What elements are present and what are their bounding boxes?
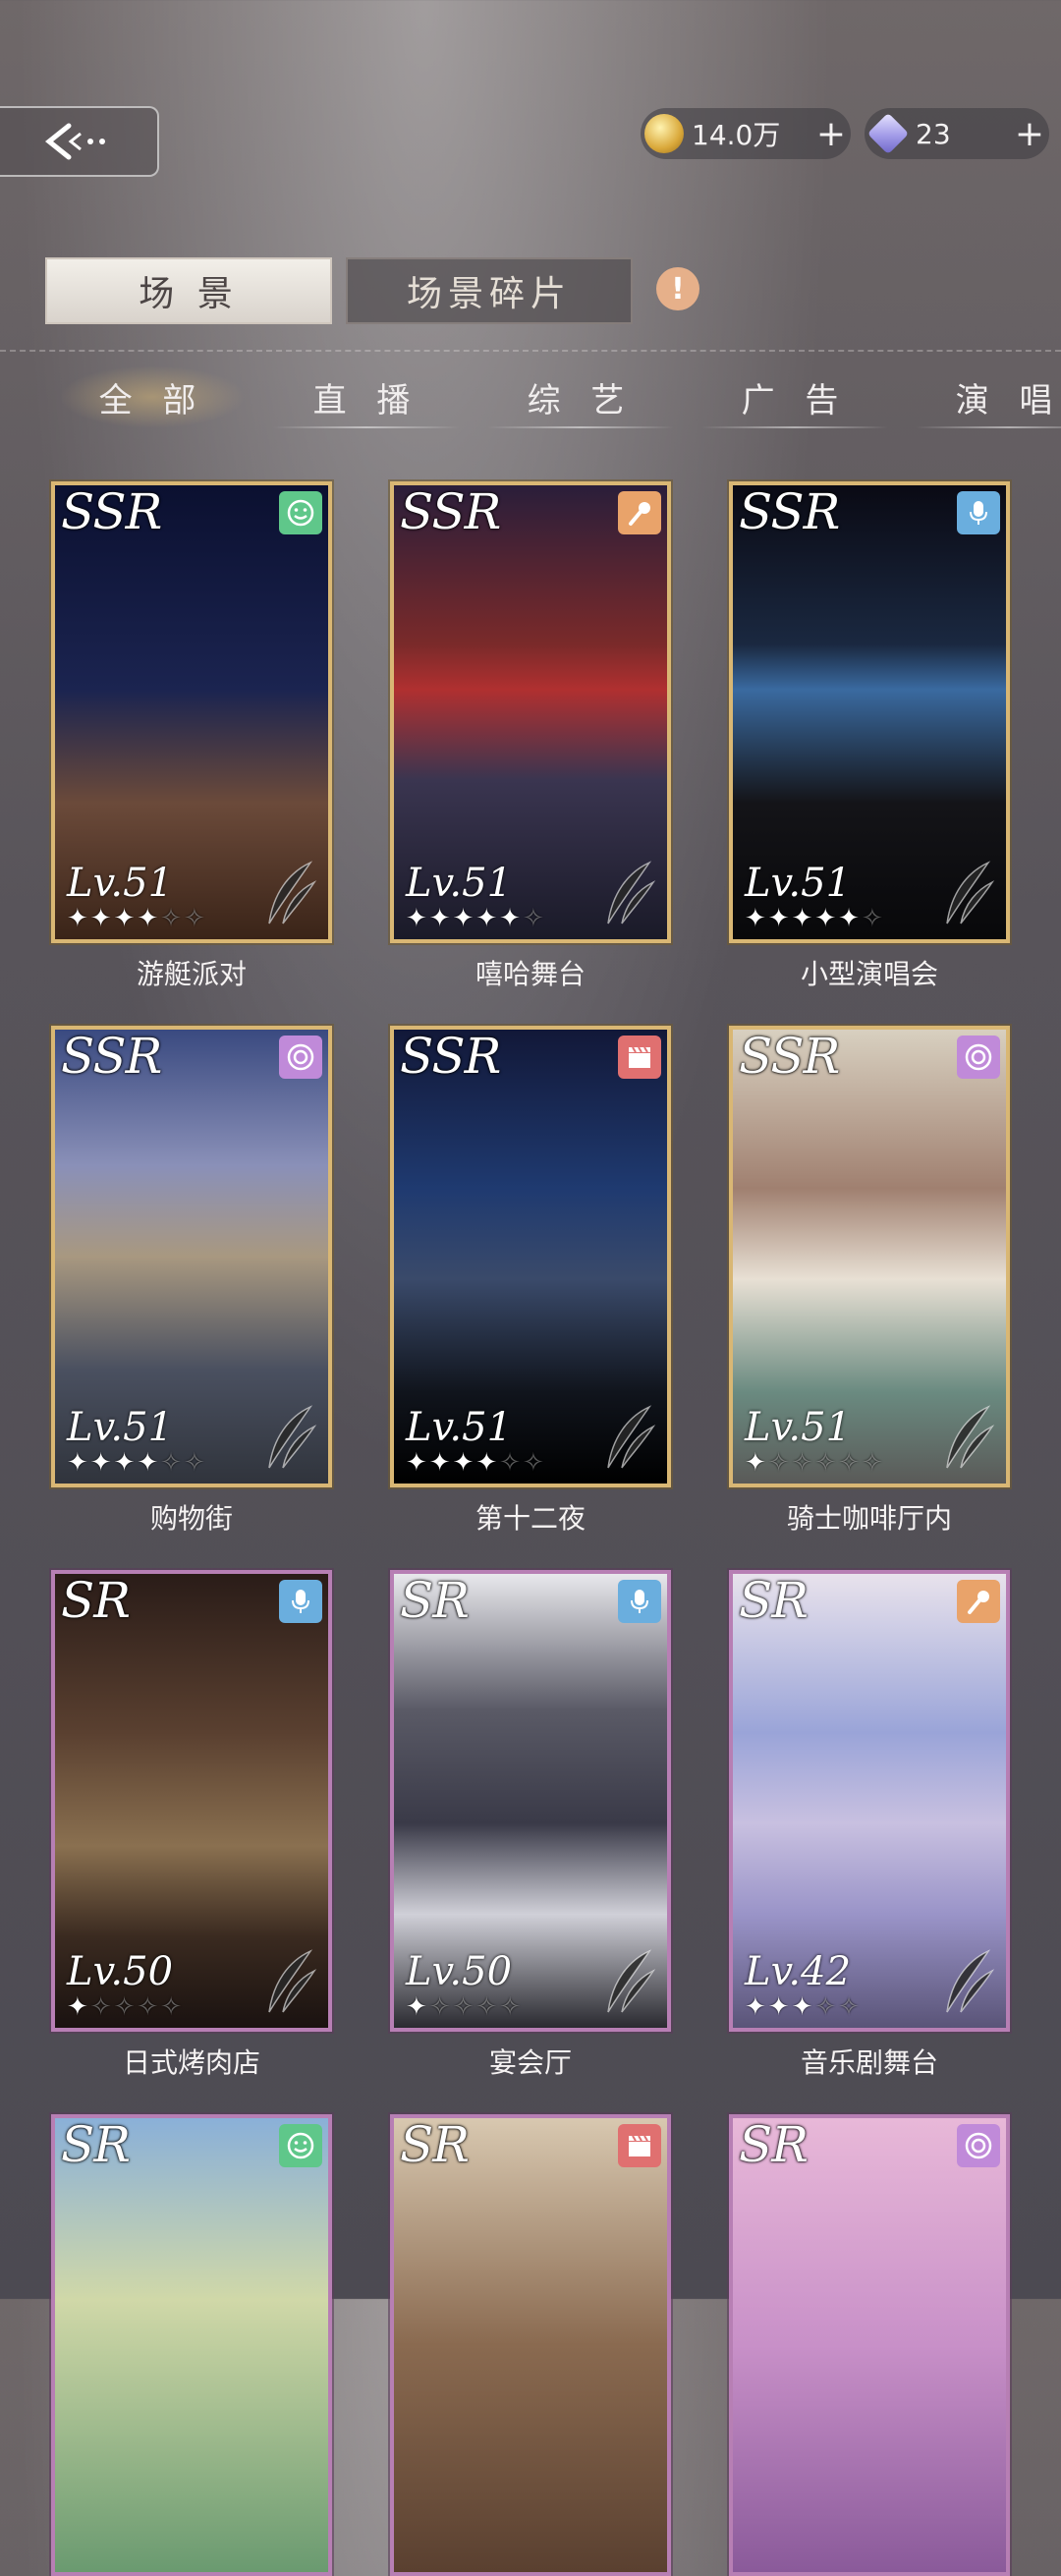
clapperboard-icon [618,1036,661,1079]
tab-scene[interactable]: 场 景 [45,257,332,324]
scene-name: 小型演唱会 [800,958,938,990]
scene-card[interactable]: SSR Lv.51 ✦✦✦✦✦✧ [390,481,671,943]
feather-emblem-icon [259,859,318,927]
back-arrow-icon [44,123,105,160]
scene-artwork [55,2118,328,2572]
level-label: Lv.50 [406,1949,513,1994]
star-rating: ✦✦✦✦✦✧ [745,904,885,933]
studio-mic-icon [279,1580,322,1623]
rarity-badge: SR [61,2116,131,2173]
gem-amount: 23 [916,117,951,150]
scene-name: 日式烤肉店 [122,2046,260,2079]
rarity-badge: SR [739,1572,809,1629]
scene-card[interactable]: SSR Lv.51 ✦✧✧✧✧✧ [729,1026,1010,1487]
microphone-icon [618,491,661,534]
diamond-icon [866,112,910,155]
gem-counter: 23 + [865,108,1049,159]
filter-tab-concert[interactable]: 演 唱 [916,365,1061,428]
star-rating: ✦✧✧✧✧ [406,1992,523,2022]
feather-emblem-icon [598,1947,657,2016]
rarity-badge: SSR [400,483,501,540]
level-label: Lv.51 [67,1405,174,1450]
level-label: Lv.51 [406,1405,513,1450]
filter-tab-live[interactable]: 直 播 [273,365,460,428]
feather-emblem-icon [937,859,996,927]
coin-amount: 14.0万 [692,119,781,151]
rarity-badge: SSR [61,483,162,540]
star-rating: ✦✦✦✦✧✧ [67,904,207,933]
feather-emblem-icon [598,1403,657,1472]
microphone-icon [957,1580,1000,1623]
scene-card[interactable]: SR [390,2114,671,2576]
scene-artwork [733,2118,1006,2572]
level-label: Lv.51 [745,1405,852,1450]
scene-card[interactable]: SSR Lv.51 ✦✦✦✦✧✧ [390,1026,671,1487]
studio-mic-icon [957,491,1000,534]
star-rating: ✦✧✧✧✧✧ [745,1448,885,1478]
camera-lens-icon [279,1036,322,1079]
coin-counter: 14.0万 + [641,108,851,159]
scene-card[interactable]: SR [729,2114,1010,2576]
camera-lens-icon [957,2124,1000,2167]
scene-name: 宴会厅 [488,2046,572,2079]
info-alert-icon[interactable]: ! [656,267,699,310]
scene-card[interactable]: SR [51,2114,332,2576]
smile-icon [279,491,322,534]
scene-name: 骑士咖啡厅内 [786,1502,952,1535]
star-rating: ✦✦✦✦✦✧ [406,904,546,933]
scene-card[interactable]: SR Lv.42 ✦✦✦✧✧ [729,1570,1010,2032]
rarity-badge: SSR [739,1028,840,1085]
filter-tab-ad[interactable]: 广 告 [701,365,888,428]
scene-name: 购物街 [149,1502,233,1535]
rarity-badge: SSR [739,483,840,540]
filter-tab-variety[interactable]: 综 艺 [487,365,674,428]
scene-artwork [394,2118,667,2572]
filter-tab-all[interactable]: 全 部 [59,365,246,428]
feather-emblem-icon [937,1403,996,1472]
scene-card[interactable]: SSR Lv.51 ✦✦✦✦✧✧ [51,1026,332,1487]
rarity-badge: SR [61,1572,131,1629]
scene-name: 游艇派对 [136,958,247,990]
level-label: Lv.42 [745,1949,852,1994]
level-label: Lv.51 [406,861,513,906]
scene-name: 音乐剧舞台 [800,2046,938,2079]
add-coins-button[interactable]: + [811,114,851,154]
rarity-badge: SSR [61,1028,162,1085]
feather-emblem-icon [259,1403,318,1472]
gold-coin-icon [644,114,684,153]
camera-lens-icon [957,1036,1000,1079]
scene-card[interactable]: SSR Lv.51 ✦✦✦✦✦✧ [729,481,1010,943]
scene-card[interactable]: SSR Lv.51 ✦✦✦✦✧✧ [51,481,332,943]
scene-name: 嘻哈舞台 [475,958,586,990]
rarity-badge: SSR [400,1028,501,1085]
scene-card[interactable]: SR Lv.50 ✦✧✧✧✧ [390,1570,671,2032]
rarity-badge: SR [739,2116,809,2173]
star-rating: ✦✦✦✦✧✧ [67,1448,207,1478]
add-gems-button[interactable]: + [1010,114,1049,154]
star-rating: ✦✦✦✦✧✧ [406,1448,546,1478]
clapperboard-icon [618,2124,661,2167]
level-label: Lv.51 [67,861,174,906]
tab-scene-fragments[interactable]: 场景碎片 [346,257,633,324]
scene-card[interactable]: SR Lv.50 ✦✧✧✧✧ [51,1570,332,2032]
feather-emblem-icon [598,859,657,927]
rarity-badge: SR [400,1572,470,1629]
back-button[interactable] [0,106,159,177]
scene-name: 第十二夜 [475,1502,586,1535]
divider [0,350,1061,352]
studio-mic-icon [618,1580,661,1623]
star-rating: ✦✦✦✧✧ [745,1992,862,2022]
feather-emblem-icon [259,1947,318,2016]
feather-emblem-icon [937,1947,996,2016]
rarity-badge: SR [400,2116,470,2173]
smile-icon [279,2124,322,2167]
level-label: Lv.51 [745,861,852,906]
star-rating: ✦✧✧✧✧ [67,1992,184,2022]
level-label: Lv.50 [67,1949,174,1994]
